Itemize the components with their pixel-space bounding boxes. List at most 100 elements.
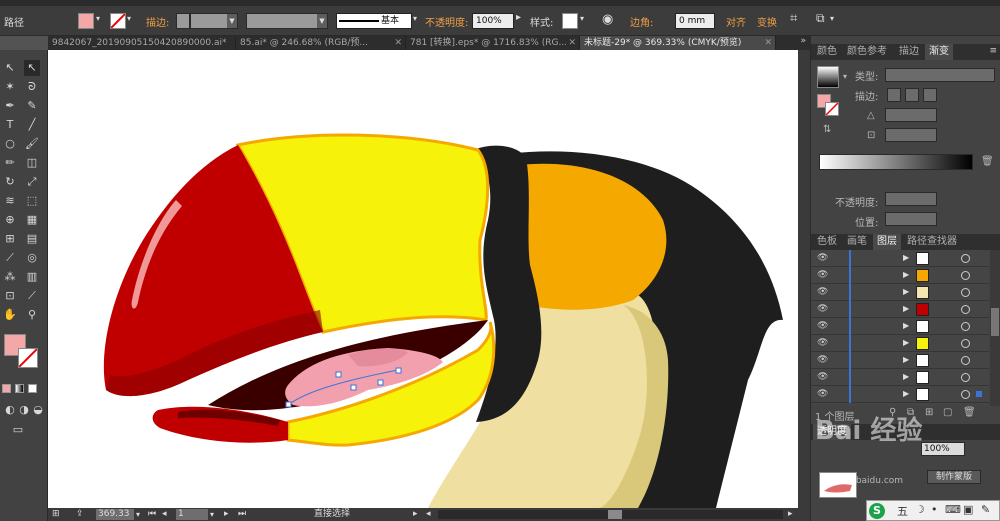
trash-icon[interactable]: 🗑	[963, 407, 976, 418]
eraser-tool-icon[interactable]: ◫	[24, 155, 40, 171]
target-icon[interactable]	[961, 390, 970, 399]
target-icon[interactable]	[961, 322, 970, 331]
aspect-ratio-input[interactable]	[885, 128, 937, 142]
shape-builder-tool-icon[interactable]: ⊕	[2, 212, 18, 228]
artboard-nav-icon[interactable]: ⊞	[52, 508, 60, 521]
stroke-option-2[interactable]	[905, 88, 919, 102]
arrange-icon[interactable]: ⧉	[816, 11, 825, 26]
target-icon[interactable]	[961, 271, 970, 280]
pencil-tool-icon[interactable]: ✏	[2, 155, 18, 171]
ime-keyboard-icon[interactable]: ⌨	[945, 503, 961, 516]
canvas-area[interactable]	[48, 50, 810, 508]
lasso-tool-icon[interactable]: ᘐ	[24, 79, 40, 95]
ime-mode-icon[interactable]: 五	[897, 503, 908, 519]
new-sublayer-icon[interactable]: ⊞	[925, 407, 933, 418]
new-layer-icon[interactable]: ▢	[943, 407, 952, 418]
close-icon[interactable]: ✕	[394, 36, 402, 50]
corner-radius-input[interactable]: 0 mm	[675, 13, 715, 29]
target-icon[interactable]	[961, 305, 970, 314]
chevron-down-icon[interactable]: ▾	[96, 14, 100, 23]
curvature-tool-icon[interactable]: ✎	[24, 98, 40, 114]
none-mode-button[interactable]	[28, 384, 37, 393]
ime-toolbar[interactable]: S 五 ☽ • ⌨ ▣ ✎	[866, 500, 1000, 521]
zoom-input[interactable]: 369.33	[96, 509, 134, 520]
selection-tool-icon[interactable]: ↖	[2, 60, 18, 76]
chevron-down-icon[interactable]: ▾	[210, 508, 214, 521]
expand-arrow-icon[interactable]: ▶	[903, 304, 909, 313]
ime-tool-icon[interactable]: ✎	[981, 503, 990, 516]
scale-tool-icon[interactable]: ⤢	[24, 174, 40, 190]
expand-arrow-icon[interactable]: ▶	[903, 253, 909, 262]
direct-selection-tool-icon[interactable]: ↖	[24, 60, 40, 76]
stroke-weight-stepper[interactable]	[176, 13, 190, 29]
column-graph-tool-icon[interactable]: ▥	[24, 269, 40, 285]
tab-stroke[interactable]: 描边	[895, 44, 923, 60]
doc-tab[interactable]: 85.ai* @ 246.68% (RGB/预... ✕	[236, 36, 406, 50]
scroll-thumb[interactable]	[608, 510, 622, 519]
close-icon[interactable]: ✕	[764, 36, 772, 50]
line-tool-icon[interactable]: ╱	[24, 117, 40, 133]
tab-gradient[interactable]: 渐变	[925, 44, 953, 60]
fill-color-swatch[interactable]	[78, 13, 94, 29]
target-icon[interactable]	[961, 339, 970, 348]
expand-arrow-icon[interactable]: ▶	[903, 338, 909, 347]
layer-row[interactable]: 👁 ▶	[811, 335, 989, 352]
magic-wand-tool-icon[interactable]: ✶	[2, 79, 18, 95]
tab-layers[interactable]: 图层	[873, 234, 901, 250]
eye-icon[interactable]: 👁	[817, 304, 829, 314]
artboard-tool-icon[interactable]: ⊡	[2, 288, 18, 304]
gradient-preview[interactable]	[817, 66, 839, 88]
expand-arrow-icon[interactable]: ▶	[903, 389, 909, 398]
gradient-mode-button[interactable]	[15, 384, 24, 393]
vertical-scrollbar[interactable]	[798, 50, 810, 508]
gradient-position-input[interactable]	[885, 212, 937, 226]
doc-tab-active[interactable]: 未标题-29* @ 369.33% (CMYK/预览) ✕	[580, 36, 776, 50]
layer-row[interactable]: 👁 ▶	[811, 284, 989, 301]
layer-row[interactable]: 👁 ▶	[811, 352, 989, 369]
opacity-label[interactable]: 不透明度:	[425, 14, 468, 29]
gradient-tool-icon[interactable]: ▤	[24, 231, 40, 247]
page-input[interactable]: 1	[176, 509, 208, 520]
brush-definition-dropdown[interactable]: 基本	[336, 13, 412, 29]
stroke-indicator[interactable]	[825, 102, 839, 116]
color-mode-button[interactable]	[2, 384, 11, 393]
status-arrow-icon[interactable]: ▸	[413, 508, 418, 521]
rotate-tool-icon[interactable]: ↻	[2, 174, 18, 190]
doc-tab[interactable]: 781 [转换].eps* @ 1716.83% (RG... ✕	[406, 36, 580, 50]
horizontal-scrollbar[interactable]	[438, 510, 783, 519]
stroke-label[interactable]: 描边:	[146, 14, 169, 29]
layers-scroll-thumb[interactable]	[991, 308, 999, 336]
eye-icon[interactable]: 👁	[817, 270, 829, 280]
target-icon[interactable]	[961, 288, 970, 297]
transform-link[interactable]: 变换	[757, 14, 777, 29]
ime-logo-icon[interactable]: S	[869, 503, 885, 519]
layer-row[interactable]: 👁 ▶	[811, 250, 989, 267]
target-icon[interactable]	[961, 254, 970, 263]
ime-skin-icon[interactable]: ▣	[963, 503, 973, 516]
eye-icon[interactable]: 👁	[817, 253, 829, 263]
next-page-icon[interactable]: ▸	[224, 508, 229, 521]
last-page-icon[interactable]: ⏭	[238, 508, 246, 521]
layer-row[interactable]: 👁 ▶	[811, 267, 989, 284]
symbol-sprayer-tool-icon[interactable]: ⁂	[2, 269, 18, 285]
angle-input[interactable]	[885, 108, 937, 122]
close-icon[interactable]: ✕	[568, 36, 576, 50]
graphic-style-swatch[interactable]	[562, 13, 578, 29]
hand-tool-icon[interactable]: ✋	[2, 307, 18, 323]
eye-icon[interactable]: 👁	[817, 321, 829, 331]
stroke-option-1[interactable]	[887, 88, 901, 102]
recolor-icon[interactable]: ◉	[602, 12, 613, 27]
expand-arrow-icon[interactable]: ▶	[903, 355, 909, 364]
free-transform-tool-icon[interactable]: ⬚	[24, 193, 40, 209]
trash-icon[interactable]: 🗑	[981, 156, 994, 167]
expand-arrow-icon[interactable]: ▶	[903, 270, 909, 279]
isolate-icon[interactable]: ⌗	[790, 11, 797, 26]
tab-pathfinder[interactable]: 路径查找器	[903, 234, 961, 250]
stroke-color-box[interactable]	[18, 348, 38, 368]
gradient-type-dropdown[interactable]	[885, 68, 995, 82]
chevron-down-icon[interactable]: ▾	[127, 14, 131, 23]
screen-mode-icon[interactable]: ▭	[10, 422, 26, 438]
perspective-grid-tool-icon[interactable]: ▦	[24, 212, 40, 228]
chevron-down-icon[interactable]: ▾	[413, 14, 417, 23]
reverse-gradient-icon[interactable]: ⇅	[823, 124, 831, 135]
